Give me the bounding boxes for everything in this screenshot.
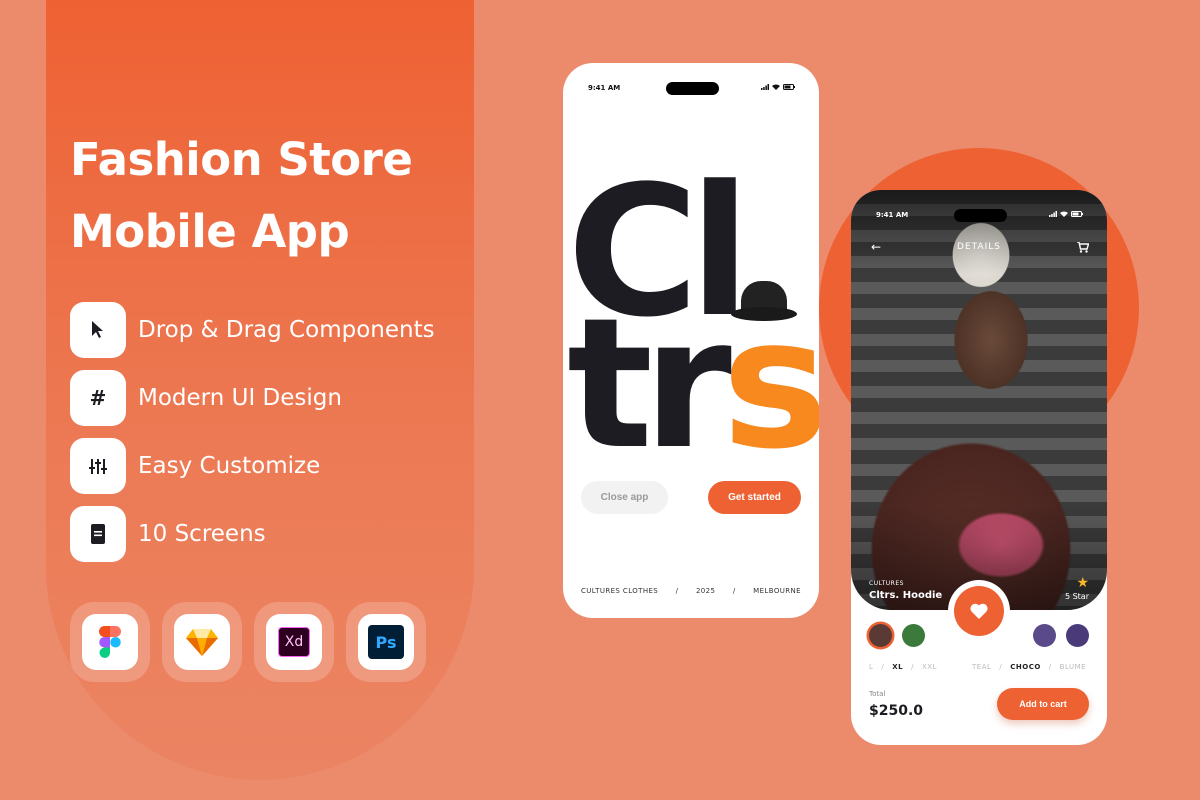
- ps-logo-icon: Ps: [368, 625, 404, 659]
- signal-icon: [1049, 211, 1057, 217]
- ps-logo-text: Ps: [375, 632, 397, 652]
- color-swatch[interactable]: [902, 624, 925, 647]
- wifi-icon: [772, 84, 780, 90]
- battery-icon: [1071, 211, 1083, 217]
- status-time: 9:41 AM: [876, 211, 909, 219]
- total-label: Total: [869, 690, 886, 698]
- feature-modern-ui: # Modern UI Design: [70, 370, 470, 426]
- tool-sketch: [162, 602, 242, 682]
- product-brand: CULTURES: [869, 580, 904, 587]
- hero-title: Fashion Store Mobile App: [70, 124, 413, 268]
- size-option[interactable]: L: [869, 663, 873, 671]
- battery-icon: [783, 84, 795, 90]
- design-tools: Xd Ps: [70, 602, 426, 682]
- cart-icon[interactable]: [1077, 242, 1089, 253]
- color-swatch[interactable]: [1033, 624, 1056, 647]
- favorite-button[interactable]: [954, 586, 1004, 636]
- add-to-cart-button[interactable]: Add to cart: [997, 688, 1089, 720]
- dynamic-island: [954, 209, 1007, 222]
- feature-customize: Easy Customize: [70, 438, 470, 494]
- total-price: $250.0: [869, 703, 924, 719]
- feature-label: Drop & Drag Components: [138, 317, 435, 343]
- signal-icon: [761, 84, 769, 90]
- phone-splash-screen: 9:41 AM Cl trs Close app Get started CUL…: [563, 63, 819, 618]
- hashtag-icon: #: [70, 370, 126, 426]
- phone-details-screen: 9:41 AM ← DETAILS CULTURES Cltrs. Hoodie…: [851, 190, 1107, 745]
- color-option-selected[interactable]: CHOCO: [1010, 663, 1041, 671]
- figma-logo-icon: [82, 614, 138, 670]
- feature-label: 10 Screens: [138, 521, 266, 547]
- footer-separator: /: [732, 587, 736, 595]
- cursor-pointer-icon: [70, 302, 126, 358]
- dynamic-island: [666, 82, 719, 95]
- status-icons: [761, 84, 795, 90]
- close-app-button[interactable]: Close app: [581, 481, 668, 514]
- model-hat-image: [731, 281, 797, 327]
- size-option-selected[interactable]: XL: [892, 663, 903, 671]
- star-icon: ★: [1076, 575, 1089, 591]
- rating: ★ 5 Star: [1065, 576, 1089, 601]
- feature-drag-drop: Drop & Drag Components: [70, 302, 470, 358]
- status-icons: [1049, 211, 1083, 217]
- xd-logo-icon: Xd: [278, 627, 310, 657]
- tool-photoshop: Ps: [346, 602, 426, 682]
- xd-logo-text: Xd: [284, 634, 304, 650]
- status-time: 9:41 AM: [588, 84, 621, 92]
- color-swatch-selected[interactable]: [869, 624, 892, 647]
- separator: /: [881, 663, 885, 671]
- splash-footer: CULTURES CLOTHES / 2025 / MELBOURNE: [581, 587, 801, 595]
- size-options: L / XL / XXL: [869, 663, 937, 671]
- get-started-button[interactable]: Get started: [708, 481, 801, 514]
- color-options: TEAL / CHOCO / BLUME: [972, 663, 1086, 671]
- product-meta: CULTURES Cltrs. Hoodie: [869, 580, 942, 601]
- feature-label: Easy Customize: [138, 453, 321, 479]
- heart-icon: [970, 603, 988, 619]
- tool-xd-inner: Xd: [266, 614, 322, 670]
- wifi-icon: [1060, 211, 1068, 217]
- status-bar: 9:41 AM: [563, 63, 819, 113]
- color-option[interactable]: TEAL: [972, 663, 991, 671]
- screen-title: DETAILS: [957, 242, 1001, 252]
- mobile-screen-icon: [70, 506, 126, 562]
- details-header: ← DETAILS: [851, 240, 1107, 260]
- rating-text: 5 Star: [1064, 592, 1089, 601]
- sliders-icon: [70, 438, 126, 494]
- separator: /: [1048, 663, 1052, 671]
- tool-ps-inner: Ps: [358, 614, 414, 670]
- footer-city: MELBOURNE: [753, 587, 801, 595]
- brand-wordmark-tr: tr: [567, 280, 732, 489]
- sketch-logo-icon: [174, 614, 230, 670]
- footer-brand: CULTURES CLOTHES: [581, 587, 659, 595]
- color-swatch[interactable]: [1066, 624, 1089, 647]
- product-name: Cltrs. Hoodie: [869, 590, 943, 601]
- color-option[interactable]: BLUME: [1060, 663, 1086, 671]
- separator: /: [999, 663, 1003, 671]
- feature-screens: 10 Screens: [70, 506, 470, 562]
- hero-title-line-1: Fashion Store: [70, 133, 413, 186]
- tool-xd: Xd: [254, 602, 334, 682]
- status-bar: 9:41 AM: [851, 190, 1107, 240]
- separator: /: [911, 663, 914, 671]
- tool-figma: [70, 602, 150, 682]
- footer-year: 2025: [695, 587, 716, 595]
- footer-separator: /: [675, 587, 679, 595]
- size-option[interactable]: XXL: [922, 663, 937, 671]
- hero-title-line-2: Mobile App: [70, 205, 350, 258]
- feature-label: Modern UI Design: [138, 385, 342, 411]
